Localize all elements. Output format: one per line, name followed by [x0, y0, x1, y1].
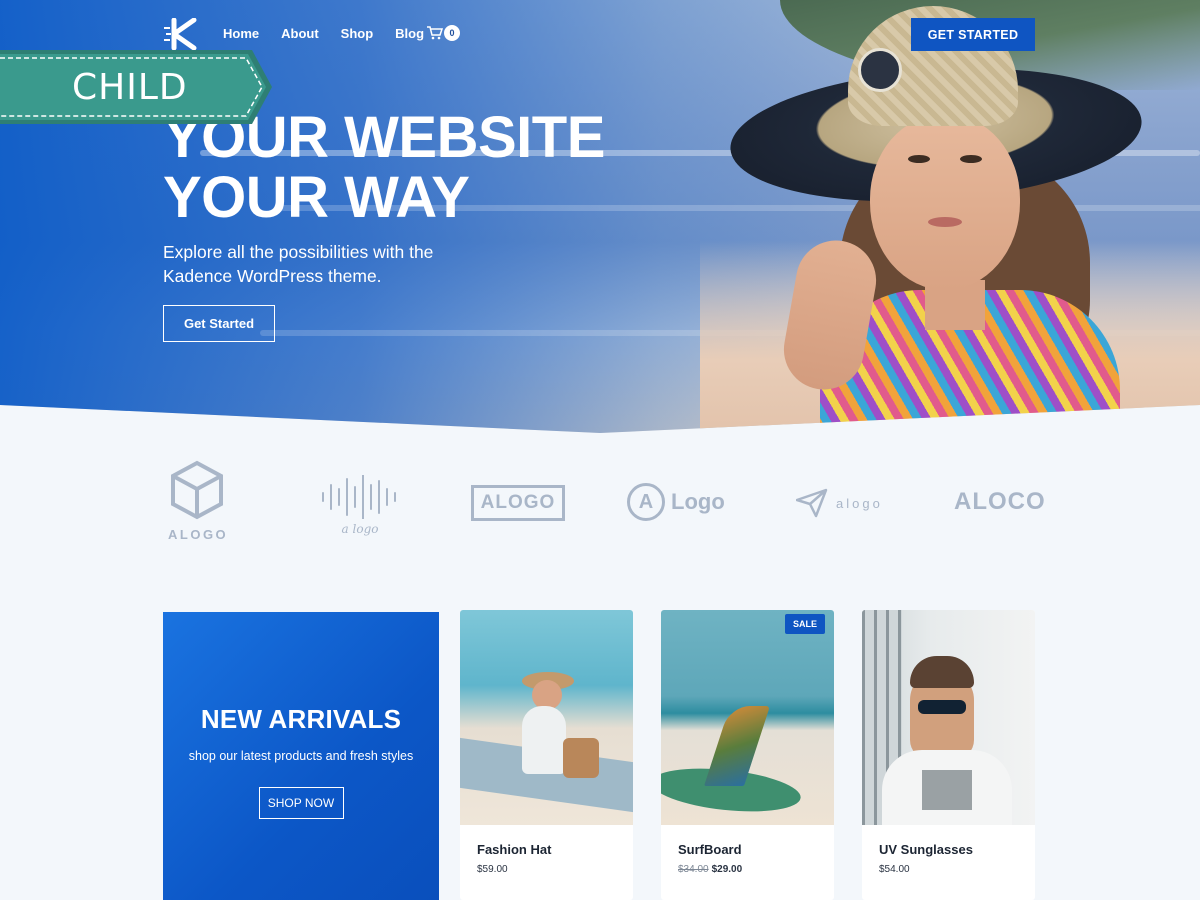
old-price: $34.00 [678, 864, 709, 875]
price: $59.00 [477, 864, 508, 875]
sale-price: $29.00 [711, 864, 743, 875]
cart-count-badge: 0 [444, 25, 460, 41]
logo-circle-a: A Logo [627, 483, 725, 521]
product-title[interactable]: Fashion Hat [477, 842, 551, 857]
cart-icon [427, 26, 443, 40]
hero-get-started-button[interactable]: Get Started [163, 305, 275, 342]
shop-now-button[interactable]: SHOP NOW [258, 787, 344, 819]
logo-text: Logo [671, 489, 725, 514]
hero-subtitle: Explore all the possibilities with the K… [163, 242, 434, 286]
price: $54.00 [879, 864, 910, 875]
product-title[interactable]: SurfBoard [678, 842, 742, 857]
product-image-fashion-hat[interactable] [460, 610, 633, 825]
new-arrivals-promo: NEW ARRIVALS shop our latest products an… [163, 612, 439, 900]
cart-button[interactable]: 0 [427, 25, 460, 41]
paper-plane-icon [796, 488, 828, 518]
sunglasses-shape [918, 700, 966, 714]
nav-blog-link[interactable]: Blog [395, 25, 424, 43]
nav-get-started-button[interactable]: GET STARTED [911, 18, 1035, 51]
logo-mark: A [627, 483, 665, 521]
bag-shape [563, 738, 599, 778]
main-menu: Home About Shop Blog [223, 25, 446, 43]
logo-aloco: ALOCO [954, 488, 1046, 515]
soundwave-logo-icon [322, 474, 396, 520]
product-card[interactable]: SALE SurfBoard $34.00 $29.00 [661, 610, 834, 900]
face [870, 115, 1020, 290]
product-price: $34.00 $29.00 [678, 864, 742, 875]
logo-strip: ALOGO a logo ALOGO A Logo alogo ALOCO [0, 455, 1200, 565]
eye [960, 155, 982, 163]
product-image-uv-sunglasses[interactable] [862, 610, 1035, 825]
promo-subtitle: shop our latest products and fresh style… [188, 749, 414, 763]
hero-title: YOUR WEBSITE YOUR WAY [163, 108, 663, 228]
logo-cube: ALOGO [168, 460, 230, 542]
kadence-logo-icon[interactable] [164, 18, 204, 50]
nav-about-link[interactable]: About [281, 25, 319, 43]
child-ribbon-label: CHILD [72, 67, 188, 108]
sale-badge: SALE [784, 614, 825, 634]
nav-home-link[interactable]: Home [223, 25, 259, 43]
eye [908, 155, 930, 163]
logo-text: ALOGO [168, 527, 229, 542]
product-image-surfboard[interactable]: SALE [661, 610, 834, 825]
dress-shape [522, 706, 566, 774]
logo-text: alogo [836, 495, 883, 511]
fin-shape [704, 706, 770, 786]
tshirt-print [922, 770, 972, 810]
product-price: $59.00 [477, 864, 508, 875]
logo-soundwave: a logo [320, 474, 400, 536]
product-title[interactable]: UV Sunglasses [879, 842, 973, 857]
product-card[interactable]: Fashion Hat $59.00 [460, 610, 633, 900]
cube-logo-icon [171, 460, 223, 520]
logo-box: ALOGO [471, 485, 565, 521]
logo-paperplane: alogo [796, 488, 883, 518]
logo-text: a logo [341, 522, 379, 536]
hair-shape [910, 656, 974, 688]
hero-title-line: YOUR WAY [163, 165, 470, 230]
nav-shop-link[interactable]: Shop [341, 25, 374, 43]
product-card[interactable]: UV Sunglasses $54.00 [862, 610, 1035, 900]
product-price: $54.00 [879, 864, 910, 875]
lips [928, 217, 962, 227]
promo-title: NEW ARRIVALS [200, 704, 402, 734]
